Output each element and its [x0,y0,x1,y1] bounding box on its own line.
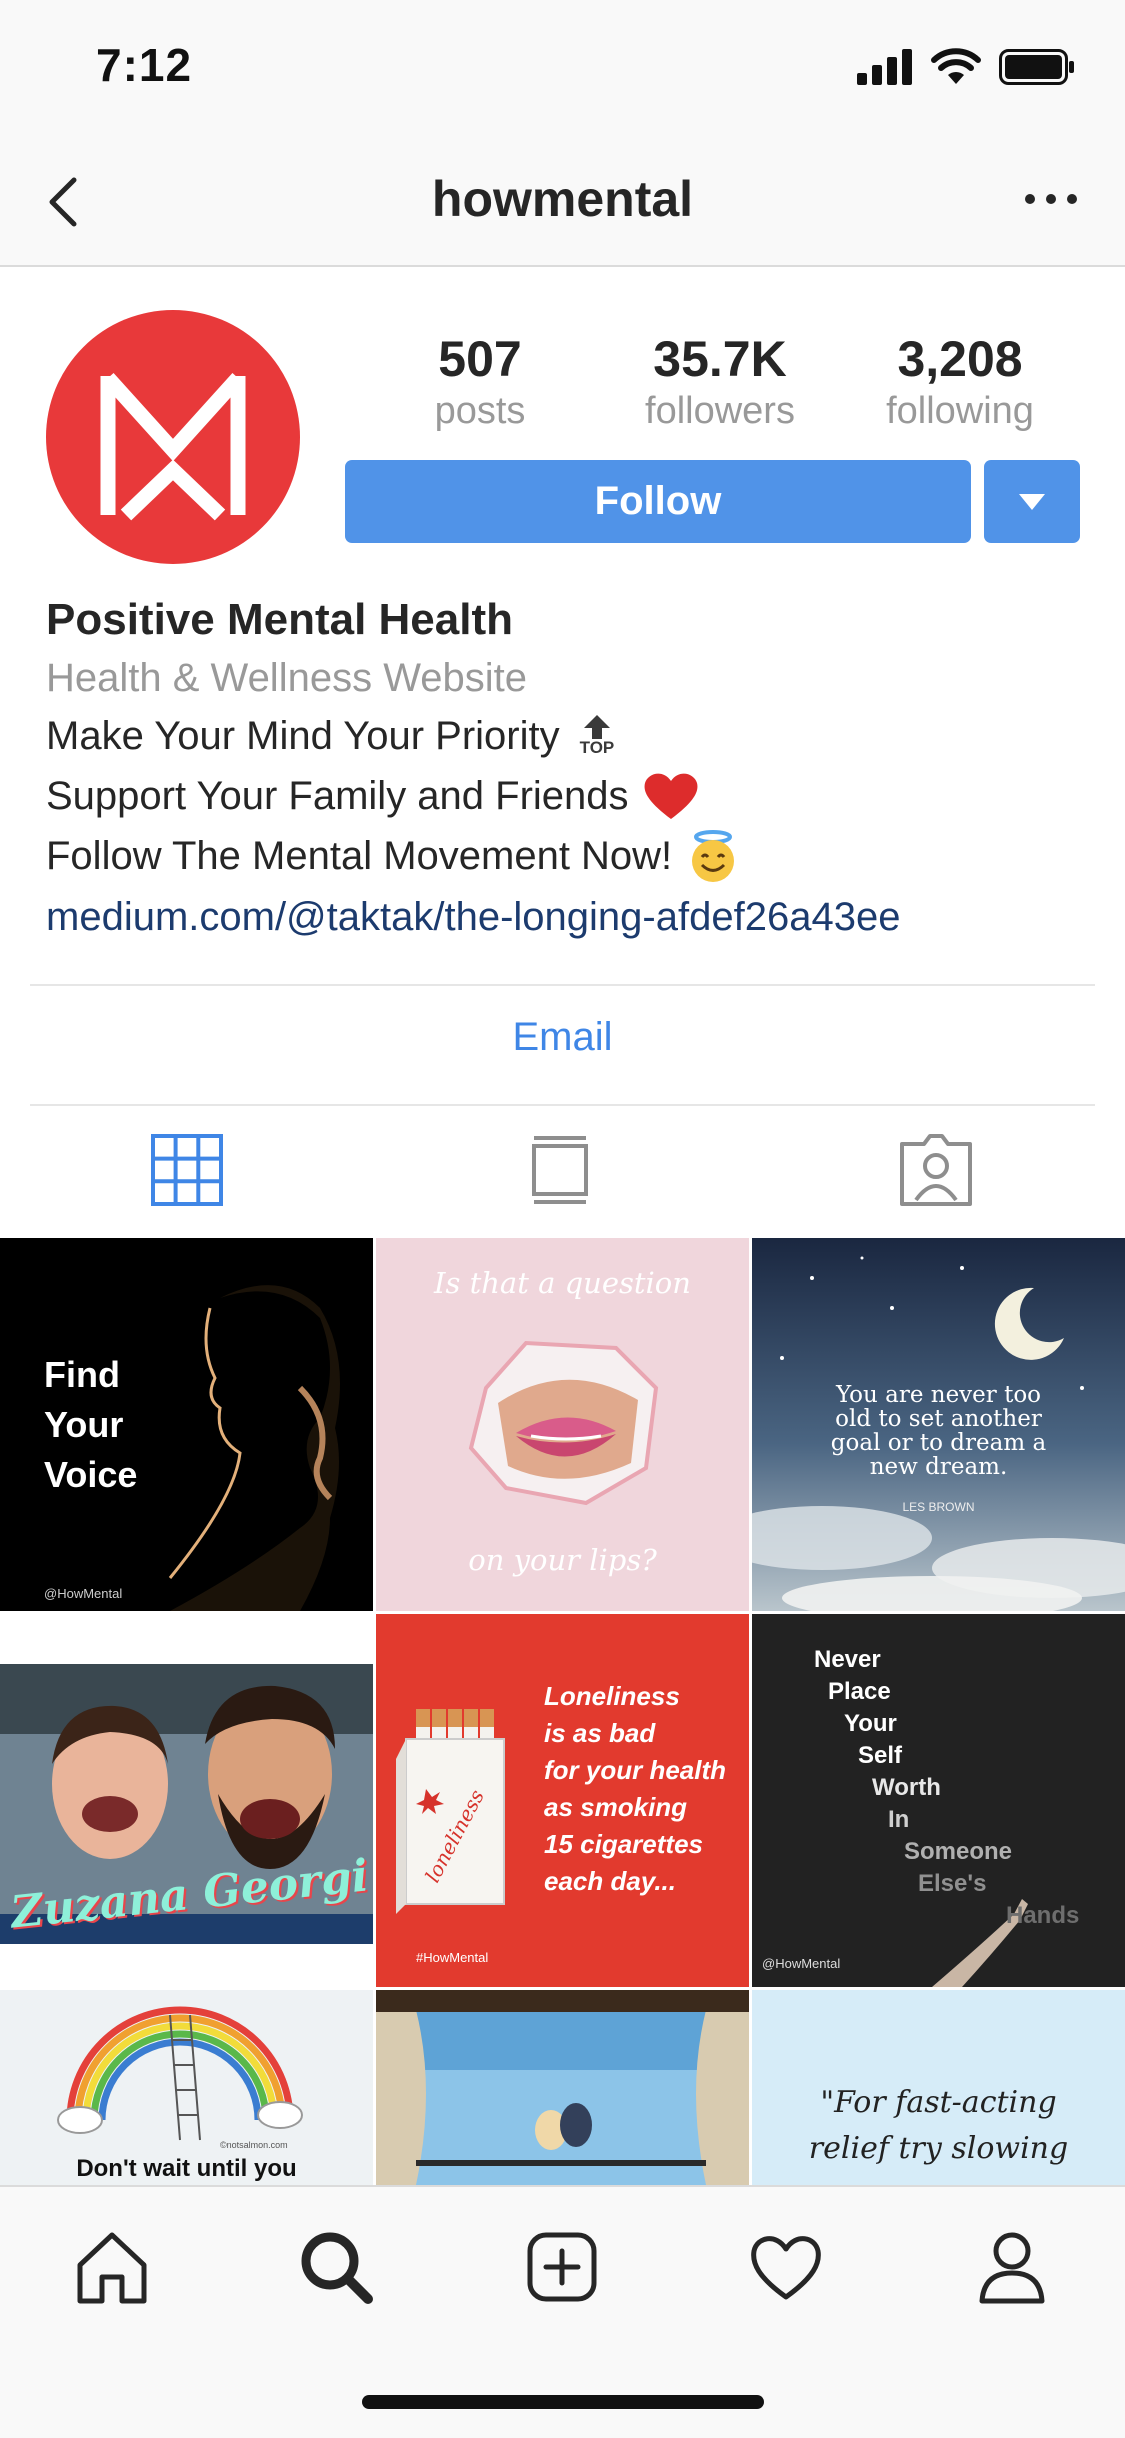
bio-line-3: Follow The Mental Movement Now! [46,826,1086,886]
post-thumbnail[interactable]: Never Place Your Self Worth In Someone E… [752,1614,1125,1987]
post-thumbnail[interactable]: loneliness Loneliness is as bad for your… [376,1614,749,1987]
home-indicator[interactable] [362,2395,764,2409]
post-handle: @HowMental [44,1586,123,1601]
bio-text: Support Your Family and Friends [46,774,629,818]
home-icon[interactable] [72,2227,152,2307]
profile-category: Health & Wellness Website [46,656,527,700]
post-word: Someone [904,1838,1013,1865]
angel-smile-icon [692,830,735,882]
post-title: Find Your Voice [44,1350,137,1500]
avatar[interactable] [46,310,300,564]
howmental-logo [100,372,246,521]
post-word: Else's [918,1870,987,1897]
stat-value: 507 [438,331,522,387]
post-text-line: as smoking [544,1792,688,1822]
window-scene-illustration [376,1990,749,2185]
heart-icon[interactable] [746,2227,826,2307]
post-thumbnail[interactable]: Find Your Voice @HowMental [0,1238,373,1611]
quote-line: old to set another [835,1406,1042,1432]
post-text-line: Loneliness [544,1681,680,1711]
status-bar: 7:12 [0,0,1125,140]
post-thumbnail[interactable] [376,1990,749,2185]
followers-count[interactable]: 35.7K followers [620,330,820,434]
quote-line: You are never too [835,1382,1042,1408]
profile-icon[interactable] [972,2227,1052,2307]
tagged-icon[interactable] [896,1130,976,1210]
bio-website-link[interactable]: medium.com/@taktak/the-longing-afdef26a4… [46,886,1086,948]
post-title-line: Voice [44,1454,138,1495]
stat-value: 3,208 [897,331,1023,387]
bio-line-1: Make Your Mind Your Priority TOP [46,706,1086,766]
post-word: Never [814,1646,881,1673]
top-badge: TOP [579,738,615,757]
post-text-line: "For fast-acting [820,2085,1057,2120]
post-thumbnail[interactable]: ©notsalmon.com Don't wait until you [0,1990,373,2185]
add-post-icon[interactable] [522,2227,602,2307]
profile-username: howmental [431,171,694,227]
quote-line: new dream. [869,1454,1008,1480]
post-text: "For fast-acting relief try slowing [752,2080,1125,2172]
post-handle: @HowMental [762,1956,841,1971]
post-word: Your [844,1710,897,1737]
email-button[interactable]: Email [0,1015,1125,1060]
post-words: Never Place Your Self Worth In Someone E… [752,1644,1125,1932]
status-time: 7:12 [96,39,193,91]
post-text-line: is as bad [544,1718,656,1748]
quote-text: You are never too old to set another goa… [792,1383,1085,1479]
signal-icon [857,49,912,85]
battery-icon [999,49,1074,85]
posts-count[interactable]: 507 posts [380,330,580,434]
post-word: Place [828,1678,891,1705]
quote-author: LES BROWN [902,1500,975,1514]
post-text-line: each day... [544,1866,676,1896]
post-text-line: for your health [544,1755,727,1785]
triangle-down-icon [1019,493,1045,510]
more-horizontal-icon[interactable] [1021,184,1081,214]
wifi-icon [931,48,981,84]
following-count[interactable]: 3,208 following [860,330,1060,434]
divider [30,984,1095,986]
post-thumbnail[interactable]: You are never too old to set another goa… [752,1238,1125,1611]
post-title-line: Find [44,1354,120,1395]
quote-line: goal or to dream a [830,1430,1047,1456]
grid-icon[interactable] [147,1130,227,1210]
profile-stats: 507 posts 35.7K followers 3,208 followin… [380,330,1060,434]
suggested-accounts-dropdown[interactable] [984,460,1080,543]
post-word: Hands [1006,1902,1080,1929]
stat-value: 35.7K [653,331,787,387]
post-caption-bottom: on your lips? [468,1543,657,1577]
top-navigation: howmental [0,140,1125,267]
post-handle: #HowMental [416,1950,489,1965]
post-word: Self [858,1742,903,1769]
follow-button[interactable]: Follow [345,460,971,543]
post-title-line: Your [44,1404,124,1445]
divider [30,1104,1095,1106]
stat-label: following [886,390,1034,432]
post-text-line: relief try slowing [808,2131,1069,2166]
bio-text: Follow The Mental Movement Now! [46,834,673,878]
feed-icon[interactable] [520,1130,600,1210]
bio-line-2: Support Your Family and Friends [46,766,1086,826]
top-arrow-icon: TOP [579,715,615,757]
stat-label: posts [434,390,526,432]
status-icons [857,48,1075,86]
post-small-credit: ©notsalmon.com [220,2140,288,2150]
post-word: Worth [872,1774,941,1801]
post-word: In [888,1806,910,1833]
profile-bio: Positive Mental Health Health & Wellness… [46,590,1086,948]
post-thumbnail[interactable]: Zuzana Georgi [0,1614,373,1987]
search-icon[interactable] [296,2227,376,2307]
post-text: Don't wait until you [76,2155,297,2182]
stat-label: followers [645,390,795,432]
profile-display-name: Positive Mental Health [46,595,514,644]
post-text: Loneliness is as bad for your health as … [544,1678,726,1900]
post-thumbnail[interactable]: "For fast-acting relief try slowing [752,1990,1125,2185]
red-heart-icon [644,773,697,819]
bio-text: Make Your Mind Your Priority [46,714,560,758]
post-thumbnail[interactable]: Is that a question on your lips? [376,1238,749,1611]
post-text-line: 15 cigarettes [544,1829,703,1859]
